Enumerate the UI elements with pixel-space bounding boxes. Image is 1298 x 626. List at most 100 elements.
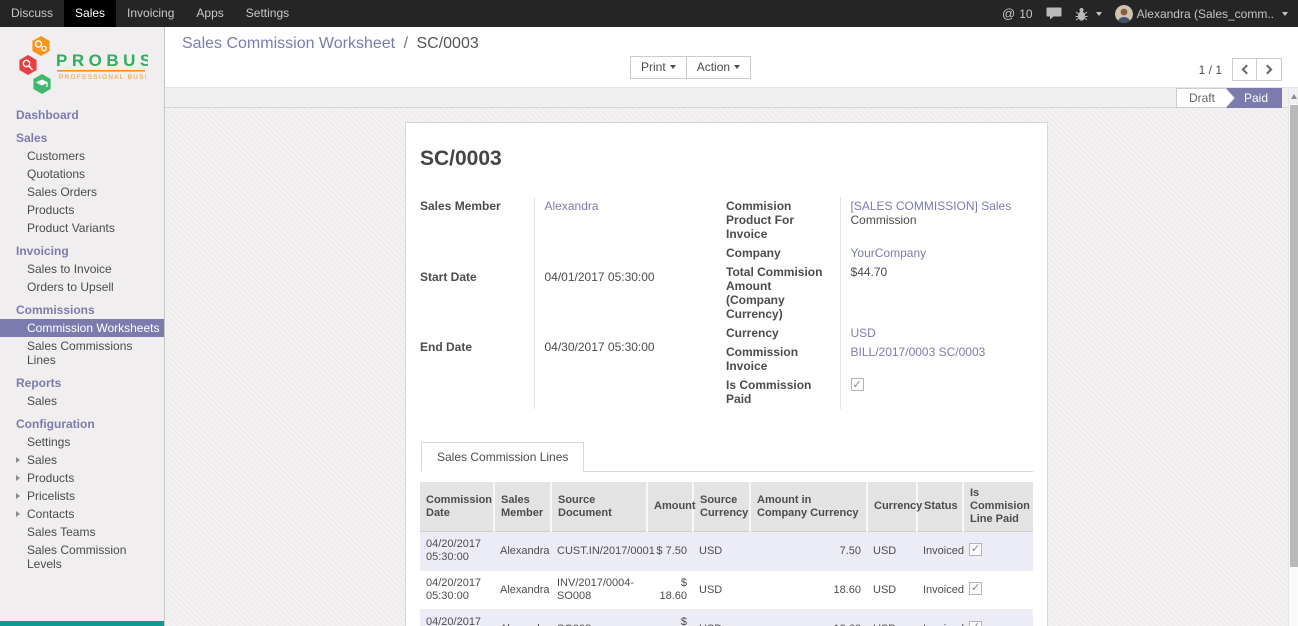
field-value-currency[interactable]: USD <box>851 326 876 340</box>
arrow-up-icon <box>1291 94 1297 99</box>
expand-arrow-icon <box>16 457 20 463</box>
app-menu: Discuss Sales Invoicing Apps Settings <box>0 0 300 27</box>
col-commission-date[interactable]: Commission Date <box>420 482 494 532</box>
sidebar: PROBUSE PROFESSIONAL BUSINESS Dashboard … <box>0 27 165 626</box>
sidebar-item-config-contacts[interactable]: Contacts <box>0 505 164 523</box>
chat-bubble-icon <box>1046 7 1062 20</box>
expand-arrow-icon <box>16 511 20 517</box>
sidebar-item-customers[interactable]: Customers <box>0 147 164 165</box>
tab-row: Sales Commission Lines <box>420 441 1033 472</box>
avatar <box>1115 5 1133 23</box>
sidebar-item-config-sales[interactable]: Sales <box>0 451 164 469</box>
col-status[interactable]: Status <box>917 482 963 532</box>
field-label-end-date: End Date <box>420 338 534 409</box>
menu-sales[interactable]: Sales <box>64 0 116 27</box>
sidebar-footer-bar <box>0 621 165 626</box>
sidebar-item-sales-commissions-lines[interactable]: Sales Commissions Lines <box>0 337 164 369</box>
sidebar-section-commissions[interactable]: Commissions <box>0 301 164 319</box>
line-paid-checkbox[interactable] <box>969 621 982 626</box>
field-label-commission-invoice: Commission Invoice <box>726 343 840 376</box>
sidebar-item-product-variants[interactable]: Product Variants <box>0 219 164 237</box>
tab-sales-commission-lines[interactable]: Sales Commission Lines <box>421 442 584 472</box>
sidebar-item-quotations[interactable]: Quotations <box>0 165 164 183</box>
scroll-up-button[interactable] <box>1289 88 1298 104</box>
line-paid-checkbox[interactable] <box>969 543 982 556</box>
sidebar-item-settings[interactable]: Settings <box>0 433 164 451</box>
sidebar-item-orders-to-upsell[interactable]: Orders to Upsell <box>0 278 164 296</box>
table-row[interactable]: 04/20/2017 05:30:00 Alexandra CUST.IN/20… <box>420 532 1033 571</box>
menu-apps[interactable]: Apps <box>185 0 234 27</box>
table-header-row: Commission Date Sales Member Source Docu… <box>420 482 1033 532</box>
main-area: Sales Commission Worksheet / SC/0003 Pri… <box>165 27 1298 626</box>
breadcrumb-parent-link[interactable]: Sales Commission Worksheet <box>182 35 395 52</box>
col-amount-company-currency[interactable]: Amount in Company Currency <box>750 482 867 532</box>
col-sales-member[interactable]: Sales Member <box>494 482 551 532</box>
sidebar-item-sales-commission-levels[interactable]: Sales Commission Levels <box>0 541 164 573</box>
field-value-end-date: 04/30/2017 05:30:00 <box>534 338 719 409</box>
col-is-commission-line-paid[interactable]: Is Commision Line Paid <box>963 482 1033 532</box>
field-group-left: Sales Member Alexandra Start Date 04/01/… <box>420 197 719 409</box>
commission-lines-table: Commission Date Sales Member Source Docu… <box>420 482 1033 626</box>
sidebar-section-sales[interactable]: Sales <box>0 129 164 147</box>
field-value-company[interactable]: YourCompany <box>851 246 927 260</box>
status-draft[interactable]: Draft <box>1176 88 1226 108</box>
debug-menu-button[interactable] <box>1075 7 1102 21</box>
user-menu[interactable]: Alexandra (Sales_comm.. <box>1115 5 1288 23</box>
action-button[interactable]: Action <box>687 56 751 79</box>
field-value-commission-product[interactable]: [SALES COMMISSION] Sales <box>851 199 1012 213</box>
field-label-sales-member: Sales Member <box>420 197 534 268</box>
field-group-right: Commision Product For Invoice [SALES COM… <box>726 197 1033 409</box>
sidebar-section-invoicing[interactable]: Invoicing <box>0 242 164 260</box>
chevron-left-icon <box>1241 65 1251 75</box>
sidebar-item-products[interactable]: Products <box>0 201 164 219</box>
sidebar-section-configuration[interactable]: Configuration <box>0 415 164 433</box>
field-value-start-date: 04/01/2017 05:30:00 <box>534 268 719 339</box>
sidebar-item-reports-sales[interactable]: Sales <box>0 392 164 410</box>
sidebar-section-reports[interactable]: Reports <box>0 374 164 392</box>
pager-previous-button[interactable] <box>1232 58 1257 81</box>
col-currency[interactable]: Currency <box>867 482 917 532</box>
form-view-background: SC/0003 Sales Member Alexandra Start Dat… <box>165 108 1288 626</box>
menu-invoicing[interactable]: Invoicing <box>116 0 185 27</box>
field-value-total-commission-amount: $44.70 <box>840 263 1033 324</box>
field-label-company: Company <box>726 244 840 263</box>
menu-discuss[interactable]: Discuss <box>0 0 64 27</box>
control-panel: Sales Commission Worksheet / SC/0003 Pri… <box>165 27 1298 88</box>
field-label-commission-product: Commision Product For Invoice <box>726 197 840 244</box>
pager: 1 / 1 <box>1199 58 1282 81</box>
top-navbar: Discuss Sales Invoicing Apps Settings 10 <box>0 0 1298 27</box>
messages-button[interactable] <box>1046 7 1062 20</box>
table-row[interactable]: 04/20/2017 05:30:00 Alexandra INV/2017/0… <box>420 571 1033 610</box>
user-name: Alexandra (Sales_comm.. <box>1137 7 1274 21</box>
scrollbar-thumb[interactable] <box>1290 105 1298 567</box>
vertical-scrollbar[interactable] <box>1288 88 1298 626</box>
chevron-down-icon <box>670 65 676 69</box>
col-source-currency[interactable]: Source Currency <box>693 482 750 532</box>
breadcrumb: Sales Commission Worksheet / SC/0003 <box>182 35 479 53</box>
sidebar-item-commission-worksheets[interactable]: Commission Worksheets <box>0 319 164 337</box>
field-label-total-commission-amount: Total Commision Amount (Company Currency… <box>726 263 840 324</box>
menu-settings[interactable]: Settings <box>235 0 300 27</box>
sidebar-item-config-pricelists[interactable]: Pricelists <box>0 487 164 505</box>
mention-counter[interactable]: 10 <box>1002 6 1033 21</box>
col-amount[interactable]: Amount <box>647 482 693 532</box>
field-value-sales-member[interactable]: Alexandra <box>545 199 599 213</box>
line-paid-checkbox[interactable] <box>969 582 982 595</box>
chevron-down-icon <box>1096 12 1102 16</box>
pager-next-button[interactable] <box>1257 58 1282 81</box>
field-value-commission-invoice[interactable]: BILL/2017/0003 SC/0003 <box>851 345 986 359</box>
probuse-logo: PROBUSE PROFESSIONAL BUSINESS <box>16 34 148 96</box>
print-button[interactable]: Print <box>630 56 687 79</box>
sidebar-item-sales-teams[interactable]: Sales Teams <box>0 523 164 541</box>
expand-arrow-icon <box>16 475 20 481</box>
bug-icon <box>1075 7 1088 21</box>
sidebar-item-sales-to-invoice[interactable]: Sales to Invoice <box>0 260 164 278</box>
col-source-document[interactable]: Source Document <box>551 482 647 532</box>
record-title: SC/0003 <box>420 147 1033 171</box>
sidebar-item-config-products[interactable]: Products <box>0 469 164 487</box>
is-commission-paid-checkbox[interactable] <box>851 378 864 391</box>
form-sheet: SC/0003 Sales Member Alexandra Start Dat… <box>405 122 1048 626</box>
table-row[interactable]: 04/20/2017 10:35:53 Alexandra SO008 $ 18… <box>420 610 1033 626</box>
sidebar-item-dashboard[interactable]: Dashboard <box>0 106 164 124</box>
sidebar-item-sales-orders[interactable]: Sales Orders <box>0 183 164 201</box>
